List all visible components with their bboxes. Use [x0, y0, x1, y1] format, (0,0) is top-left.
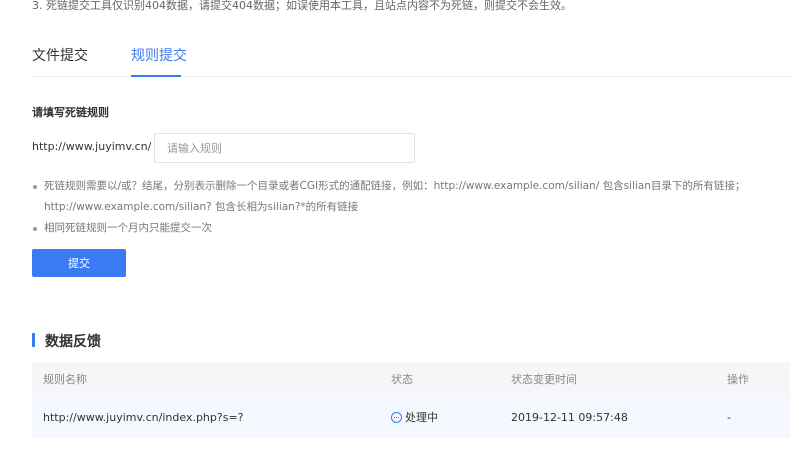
- active-tab-indicator: [131, 75, 181, 77]
- tip-item: 相同死链规则一个月内只能提交一次: [32, 218, 745, 239]
- site-prefix: http://www.juyimv.cn/: [32, 140, 152, 153]
- column-header-status: 状态: [391, 373, 413, 386]
- tab-rule-submit[interactable]: 规则提交: [131, 46, 187, 66]
- row-status: 处理中: [391, 396, 438, 438]
- notice-text: 3. 死链提交工具仅识别404数据，请提交404数据；如误使用本工具，且站点内容…: [32, 0, 572, 12]
- row-action: -: [727, 410, 731, 424]
- tip-item-continuation: http://www.example.com/silian? 包含长相为sili…: [44, 201, 359, 213]
- table-header: 规则名称 状态 状态变更时间 操作: [32, 362, 790, 396]
- submit-tabs: 文件提交 规则提交: [32, 44, 792, 77]
- column-header-action: 操作: [727, 373, 749, 386]
- rule-input[interactable]: [154, 133, 415, 163]
- form-section-label: 请填写死链规则: [32, 106, 109, 119]
- more-circle-icon: [391, 411, 402, 423]
- table-row: http://www.juyimv.cn/index.php?s=? 处理中 2…: [32, 396, 790, 438]
- column-header-time: 状态变更时间: [511, 373, 577, 386]
- column-header-rule: 规则名称: [43, 373, 87, 386]
- tab-file-submit[interactable]: 文件提交: [32, 46, 88, 66]
- submit-button[interactable]: 提交: [32, 249, 126, 277]
- feedback-table: 规则名称 状态 状态变更时间 操作 http://www.juyimv.cn/i…: [32, 362, 790, 438]
- row-rule-name: http://www.juyimv.cn/index.php?s=?: [43, 410, 244, 424]
- section-accent-bar: [32, 333, 35, 347]
- rule-tips: 死链规则需要以/或？结尾，分别表示删除一个目录或者CGI形式的通配链接，例如：h…: [32, 176, 745, 239]
- row-status-time: 2019-12-11 09:57:48: [511, 410, 628, 424]
- row-status-text: 处理中: [405, 411, 438, 424]
- feedback-title: 数据反馈: [45, 334, 101, 350]
- tip-item: 死链规则需要以/或？结尾，分别表示删除一个目录或者CGI形式的通配链接，例如：h…: [32, 176, 745, 197]
